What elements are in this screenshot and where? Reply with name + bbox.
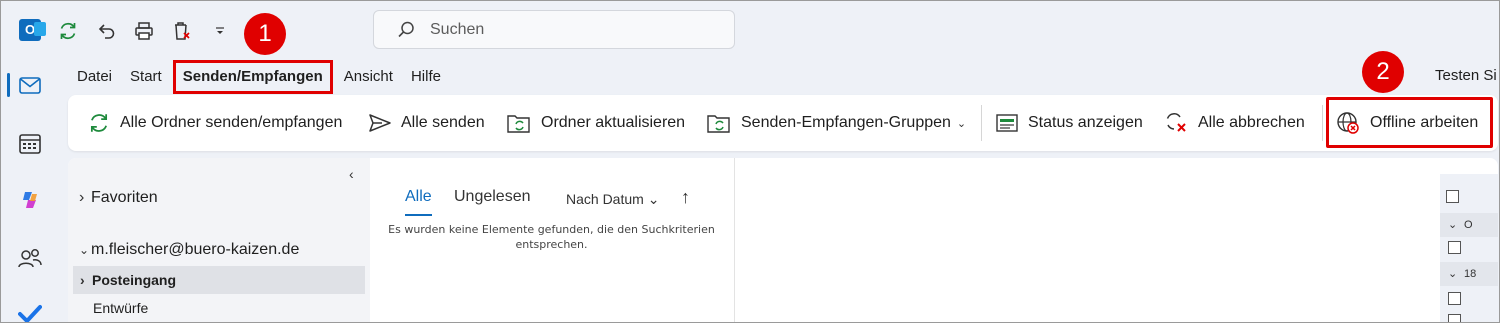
send-icon — [369, 114, 391, 132]
chevron-down-icon: ⌄ — [1448, 219, 1458, 231]
search-box[interactable] — [373, 10, 735, 49]
status-icon — [996, 114, 1018, 132]
group-row-label: O — [1464, 219, 1473, 231]
todo-icon[interactable] — [10, 296, 50, 323]
select-all-checkbox[interactable] — [1446, 190, 1459, 203]
favorites-label: Favoriten — [91, 189, 158, 206]
tab-unread[interactable]: Ungelesen — [454, 188, 531, 206]
cancel-sync-icon — [1166, 113, 1186, 132]
sync-icon[interactable] — [55, 18, 81, 44]
groups-sync-icon — [707, 115, 730, 133]
group-row-label: 18 — [1464, 268, 1477, 280]
ribbon: Alle Ordner senden/empfangen Alle senden… — [68, 95, 1498, 151]
send-all-label: Alle senden — [401, 114, 485, 131]
inbox-label: Posteingang — [92, 272, 177, 288]
row-checkbox[interactable] — [1448, 292, 1461, 305]
mail-icon[interactable] — [7, 67, 50, 103]
ribbon-separator — [981, 105, 982, 141]
folder-drafts[interactable]: Entwürfe — [93, 300, 148, 316]
favorites-group[interactable]: › Favoriten — [79, 189, 158, 207]
row-checkbox[interactable] — [1448, 314, 1461, 323]
chevron-down-icon: ⌄ — [1448, 268, 1458, 280]
send-all-button[interactable]: Alle senden — [369, 105, 485, 141]
chevron-right-icon: › — [79, 189, 85, 206]
tab-datei[interactable]: Datei — [68, 62, 121, 92]
app-rail: O — [0, 0, 60, 323]
send-receive-all-button[interactable]: Alle Ordner senden/empfangen — [88, 105, 342, 141]
callout-badge-1: 1 — [244, 13, 286, 55]
customize-toolbar-icon[interactable] — [207, 18, 233, 44]
calendar-icon[interactable] — [10, 125, 50, 161]
show-status-button[interactable]: Status anzeigen — [996, 105, 1143, 141]
main-content: ‹ › Favoriten ⌄ m.fleischer@buero-kaizen.d… — [68, 158, 1498, 323]
group-row[interactable]: ⌄ O — [1440, 213, 1498, 237]
copilot-icon[interactable] — [10, 182, 50, 218]
send-receive-groups-button[interactable]: Senden-Empfangen-Gruppen ⌄ — [707, 105, 966, 141]
cancel-all-label: Alle abbrechen — [1198, 114, 1305, 131]
todo-strip: ⌄ O ⌄ 18 — [1440, 174, 1498, 323]
group-row[interactable]: ⌄ 18 — [1440, 262, 1498, 286]
message-list: Alle Ungelesen Nach Datum ⌄ ↑ Es wurden … — [370, 158, 735, 323]
show-status-label: Status anzeigen — [1028, 114, 1143, 131]
sort-label: Nach Datum — [566, 191, 644, 207]
empty-message: Es wurden keine Elemente gefunden, die d… — [388, 223, 715, 251]
chevron-down-icon: ⌄ — [647, 191, 660, 207]
row-checkbox[interactable] — [1448, 241, 1461, 254]
tab-ansicht[interactable]: Ansicht — [335, 62, 402, 92]
sync-all-icon — [90, 114, 108, 132]
chevron-right-icon: › — [80, 272, 85, 288]
work-offline-label: Offline arbeiten — [1370, 114, 1479, 131]
folder-inbox[interactable]: › Posteingang — [73, 266, 365, 294]
outlook-logo-icon: O — [19, 19, 46, 41]
ribbon-separator — [1322, 105, 1323, 141]
callout-badge-2: 2 — [1362, 51, 1404, 93]
chevron-down-icon: ⌄ — [79, 243, 90, 257]
folder-sync-icon — [507, 115, 530, 133]
folder-pane: ‹ › Favoriten ⌄ m.fleischer@buero-kaizen.d… — [68, 158, 370, 323]
work-offline-button[interactable]: Offline arbeiten — [1336, 105, 1478, 141]
globe-offline-icon — [1337, 112, 1359, 134]
sort-direction-icon[interactable]: ↑ — [681, 187, 690, 208]
print-icon[interactable] — [131, 18, 157, 44]
menu-tabs: Datei Start Senden/Empfangen Ansicht Hil… — [68, 60, 450, 94]
chevron-down-icon: ⌄ — [956, 117, 967, 130]
search-input[interactable] — [430, 20, 690, 39]
send-receive-all-label: Alle Ordner senden/empfangen — [120, 114, 343, 131]
tab-hilfe[interactable]: Hilfe — [402, 62, 450, 92]
send-receive-groups-label: Senden-Empfangen-Gruppen — [741, 114, 951, 131]
account-label: m.fleischer@buero-kaizen.de — [91, 241, 300, 258]
tab-start[interactable]: Start — [121, 62, 171, 92]
sort-dropdown[interactable]: Nach Datum ⌄ — [566, 191, 659, 208]
tab-senden-empfangen[interactable]: Senden/Empfangen — [172, 60, 333, 94]
people-icon[interactable] — [10, 240, 50, 276]
search-icon — [398, 21, 414, 37]
cancel-all-button[interactable]: Alle abbrechen — [1164, 105, 1305, 141]
update-folder-label: Ordner aktualisieren — [541, 114, 686, 131]
collapse-pane-icon[interactable]: ‹ — [349, 166, 354, 182]
account-group[interactable]: ⌄ m.fleischer@buero-kaizen.de — [79, 241, 299, 259]
tab-all[interactable]: Alle — [405, 188, 432, 216]
quick-access-toolbar — [55, 14, 233, 48]
user-name[interactable]: Testen Si — [1435, 67, 1497, 84]
delete-all-icon[interactable] — [169, 18, 195, 44]
undo-icon[interactable] — [93, 18, 119, 44]
update-folder-button[interactable]: Ordner aktualisieren — [507, 105, 685, 141]
